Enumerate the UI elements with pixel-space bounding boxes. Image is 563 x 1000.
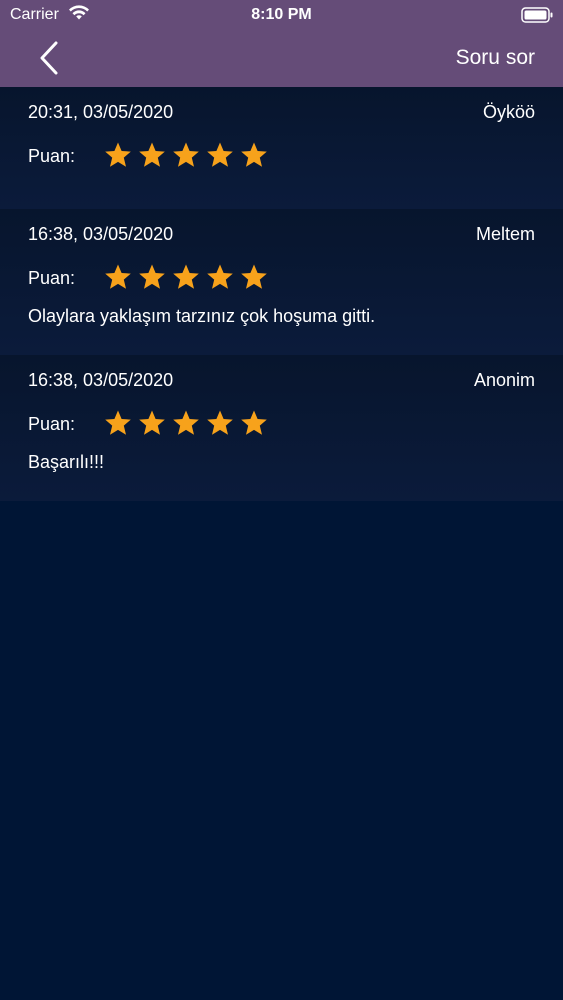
star-icon [241, 410, 267, 435]
reviews-list: 20:31, 03/05/2020 Öyköö Puan: 16:38, 03/… [0, 87, 563, 1000]
review-item: 16:38, 03/05/2020 Meltem Puan: Olaylara … [0, 209, 563, 355]
chevron-left-icon [40, 41, 58, 75]
star-icon [139, 264, 165, 289]
ask-question-button[interactable]: Soru sor [456, 46, 535, 70]
review-author: Meltem [475, 224, 535, 244]
star-icon [173, 410, 199, 435]
nav-bar: Soru sor [0, 30, 563, 87]
star-rating [104, 141, 274, 169]
star-icon [105, 410, 131, 435]
review-author: Öyköö [482, 102, 535, 122]
star-icon [173, 142, 199, 167]
star-rating [104, 263, 274, 291]
star-icon [105, 264, 131, 289]
review-item: 16:38, 03/05/2020 Anonim Puan: Başarılı!… [0, 355, 563, 501]
status-time: 8:10 PM [251, 6, 312, 23]
review-date: 20:31, 03/05/2020 [28, 102, 174, 122]
review-date: 16:38, 03/05/2020 [28, 224, 174, 244]
review-date: 16:38, 03/05/2020 [28, 370, 174, 390]
rating-label: Puan: [28, 146, 76, 166]
back-button[interactable] [30, 38, 70, 78]
star-icon [173, 264, 199, 289]
rating-label: Puan: [28, 414, 76, 434]
review-comment: Olaylara yaklaşım tarzınız çok hoşuma gi… [28, 306, 376, 326]
star-icon [241, 142, 267, 167]
star-icon [139, 142, 165, 167]
star-icon [207, 142, 233, 167]
rating-label: Puan: [28, 268, 76, 288]
star-icon [207, 410, 233, 435]
battery-icon [521, 7, 553, 28]
star-icon [207, 264, 233, 289]
review-item: 20:31, 03/05/2020 Öyköö Puan: [0, 87, 563, 209]
review-author: Anonim [473, 370, 535, 390]
review-comment: Başarılı!!! [28, 452, 105, 472]
star-icon [241, 264, 267, 289]
star-icon [139, 410, 165, 435]
star-icon [105, 142, 131, 167]
star-rating [104, 409, 274, 437]
status-bar: Carrier 8:10 PM [0, 0, 563, 30]
